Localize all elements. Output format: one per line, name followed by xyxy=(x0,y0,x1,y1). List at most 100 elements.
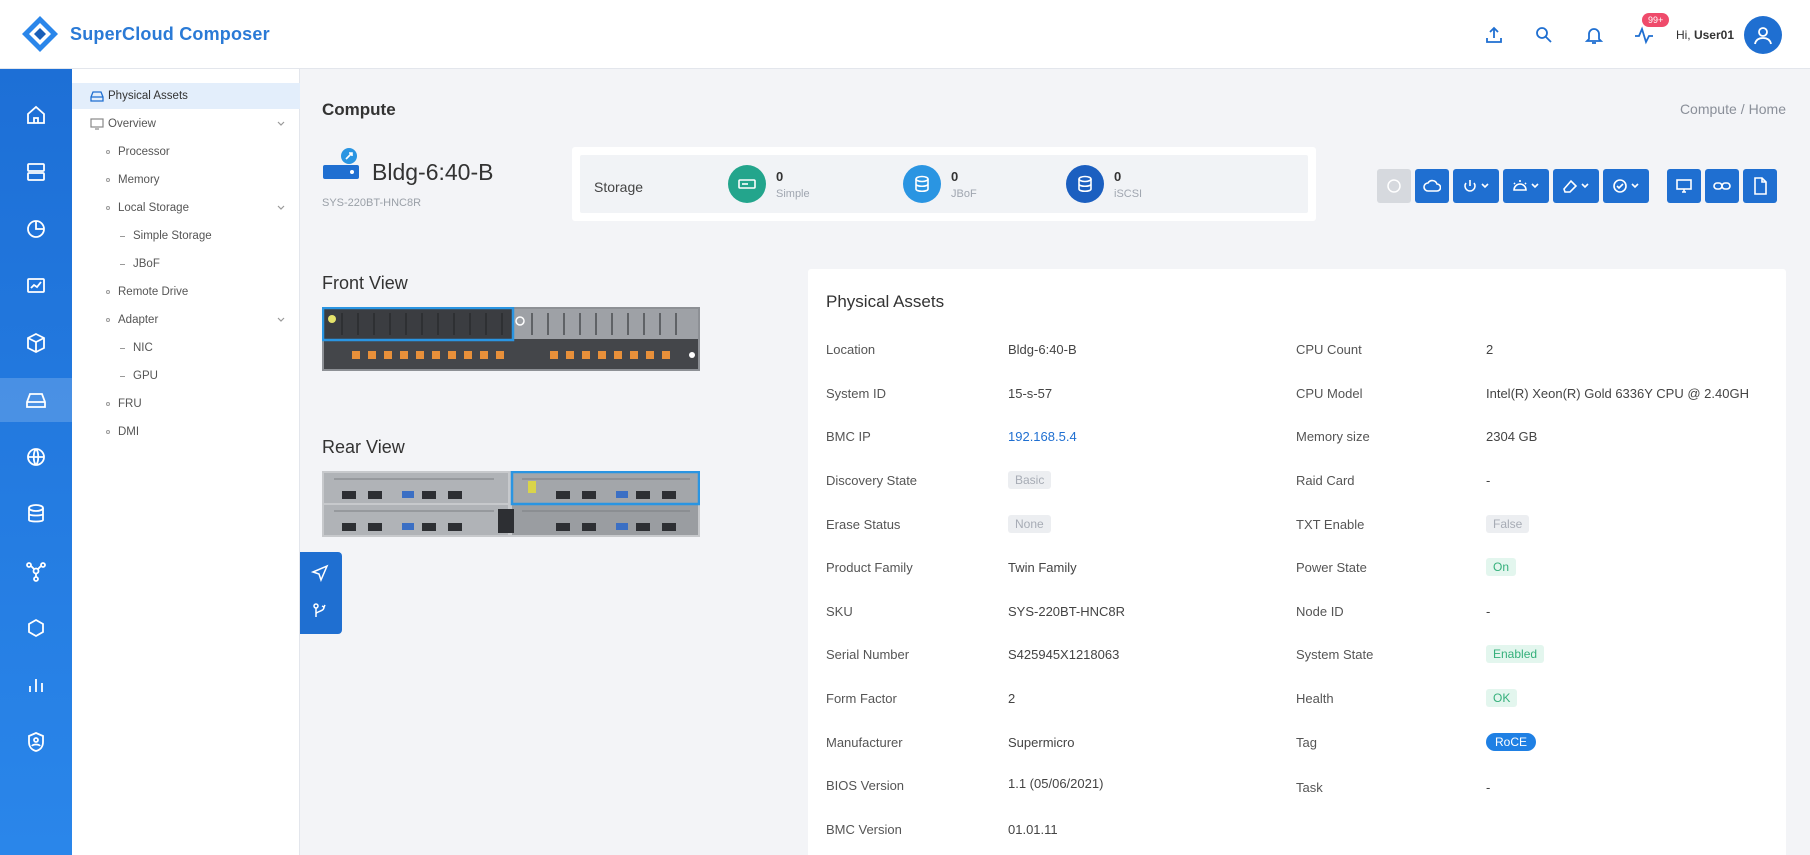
tree-item-processor[interactable]: Processor xyxy=(72,139,300,165)
asset-value: 2 xyxy=(1486,342,1494,357)
asset-value: 2304 GB xyxy=(1486,429,1538,444)
storage-iscsi[interactable]: 0 iSCSI xyxy=(1066,165,1142,203)
front-view-image[interactable] xyxy=(322,307,700,371)
asset-value: - xyxy=(1486,604,1491,619)
asset-label: Manufacturer xyxy=(826,735,903,750)
logo-icon xyxy=(22,16,58,52)
bmc-ip-link[interactable]: 192.168.5.4 xyxy=(1008,429,1077,444)
shield-user-icon[interactable] xyxy=(0,720,72,764)
action-toolbar xyxy=(1377,169,1781,203)
server-rack-icon[interactable] xyxy=(0,150,72,194)
tree-item-label: Overview xyxy=(108,118,156,130)
status-badge: OK xyxy=(1486,689,1518,707)
asset-label: Discovery State xyxy=(826,473,918,488)
tree-item-overview[interactable]: Overview xyxy=(72,111,300,137)
link-button[interactable] xyxy=(1705,169,1739,203)
bell-icon[interactable] xyxy=(1580,21,1608,49)
asset-label: Form Factor xyxy=(826,691,897,706)
tree-item-nic[interactable]: NIC xyxy=(72,335,300,361)
floating-toolbar xyxy=(300,552,342,634)
storage-count: 0 xyxy=(776,168,784,184)
tree-item-label: Memory xyxy=(118,174,160,186)
storage-simple[interactable]: 0 Simple xyxy=(728,165,810,203)
tree-item-label: DMI xyxy=(118,426,140,438)
asset-label: BMC IP xyxy=(826,429,871,444)
activity-icon[interactable]: 99+ xyxy=(1630,12,1670,49)
network-topology-icon[interactable] xyxy=(0,549,72,593)
pie-chart-icon[interactable] xyxy=(0,207,72,251)
storage-type: iSCSI xyxy=(1114,187,1143,200)
storage-type: JBoF xyxy=(951,187,977,200)
physical-assets-card: Physical Assets Location Bldg-6:40-B Sys… xyxy=(808,269,1786,855)
asset-label: Product Family xyxy=(826,560,913,575)
chevron-down-icon[interactable] xyxy=(276,315,286,325)
logo[interactable]: SuperCloud Composer xyxy=(20,14,270,54)
asset-label: Memory size xyxy=(1296,429,1370,444)
asset-label: System ID xyxy=(826,386,886,401)
asset-label: Tag xyxy=(1296,735,1317,750)
storage-count: 0 xyxy=(951,168,959,184)
asset-value: S425945X1218063 xyxy=(1008,647,1120,662)
asset-value: SYS-220BT-HNC8R xyxy=(1008,604,1126,619)
asset-label: Raid Card xyxy=(1296,473,1355,488)
cloud-sync-button[interactable] xyxy=(1415,169,1449,203)
search-icon[interactable] xyxy=(1530,21,1558,49)
hexagon-icon[interactable] xyxy=(0,606,72,650)
asset-label: Power State xyxy=(1296,560,1367,575)
database-icon[interactable] xyxy=(0,492,72,536)
drive-icon xyxy=(90,91,104,102)
tree-item-memory[interactable]: Memory xyxy=(72,167,300,193)
asset-label: SKU xyxy=(826,604,853,619)
tree-item-label: FRU xyxy=(118,398,142,410)
chevron-down-icon[interactable] xyxy=(276,119,286,129)
tree-item-adapter[interactable]: Adapter xyxy=(72,307,300,333)
globe-icon[interactable] xyxy=(0,435,72,479)
storage-jbof[interactable]: 0 JBoF xyxy=(903,165,977,203)
asset-value: - xyxy=(1486,780,1491,795)
bar-chart-icon[interactable] xyxy=(0,663,72,707)
breadcrumb-item[interactable]: Compute xyxy=(1680,101,1737,117)
indicator-dropdown-button[interactable] xyxy=(1503,169,1549,203)
user-icon xyxy=(1754,26,1772,44)
tree-item-fru[interactable]: FRU xyxy=(72,391,300,417)
chevron-down-icon[interactable] xyxy=(276,203,286,213)
erase-dropdown-button[interactable] xyxy=(1553,169,1599,203)
asset-label: Serial Number xyxy=(826,647,910,662)
tag-badge[interactable]: RoCE xyxy=(1486,733,1537,751)
card-title: Physical Assets xyxy=(826,292,945,311)
tree-item-simple-storage[interactable]: Simple Storage xyxy=(72,223,300,249)
tree-item-dmi[interactable]: DMI xyxy=(72,419,300,445)
branch-icon[interactable] xyxy=(311,602,329,620)
cube-icon[interactable] xyxy=(0,321,72,365)
tree-item-label: Local Storage xyxy=(118,202,189,214)
tree-item-gpu[interactable]: GPU xyxy=(72,363,300,389)
asset-label: CPU Model xyxy=(1296,386,1363,401)
tree-item-remote-drive[interactable]: Remote Drive xyxy=(72,279,300,305)
tree-item-local-storage[interactable]: Local Storage xyxy=(72,195,300,221)
asset-value: Intel(R) Xeon(R) Gold 6336Y CPU @ 2.40GH xyxy=(1486,386,1749,401)
console-button[interactable] xyxy=(1667,169,1701,203)
power-dropdown-button[interactable] xyxy=(1453,169,1499,203)
upload-icon[interactable] xyxy=(1480,21,1508,49)
navigate-icon[interactable] xyxy=(311,564,329,582)
check-dropdown-button[interactable] xyxy=(1603,169,1649,203)
asset-value: Twin Family xyxy=(1008,560,1077,575)
storage-summary-card: Storage 0 Simple 0 JBoF 0 iSCSI xyxy=(572,147,1316,221)
info-button[interactable] xyxy=(1377,169,1411,203)
drive-icon[interactable] xyxy=(0,378,72,422)
tree-item-physical-assets[interactable]: Physical Assets xyxy=(72,83,300,109)
avatar[interactable] xyxy=(1744,15,1782,54)
front-view-label: Front View xyxy=(322,273,408,293)
breadcrumb-item[interactable]: Home xyxy=(1749,101,1786,117)
status-badge: On xyxy=(1486,558,1517,576)
document-button[interactable] xyxy=(1743,169,1777,203)
tree-item-jbof[interactable]: JBoF xyxy=(72,251,300,277)
monitor-chart-icon[interactable] xyxy=(0,264,72,308)
rear-view-image[interactable] xyxy=(322,471,700,537)
status-badge: Basic xyxy=(1008,471,1052,489)
server-name: Bldg-6:40-B xyxy=(372,159,494,185)
jbof-database-icon xyxy=(903,165,941,203)
home-icon[interactable] xyxy=(0,93,72,137)
tree-item-label: Physical Assets xyxy=(108,90,188,102)
tree-item-label: Simple Storage xyxy=(133,230,212,242)
